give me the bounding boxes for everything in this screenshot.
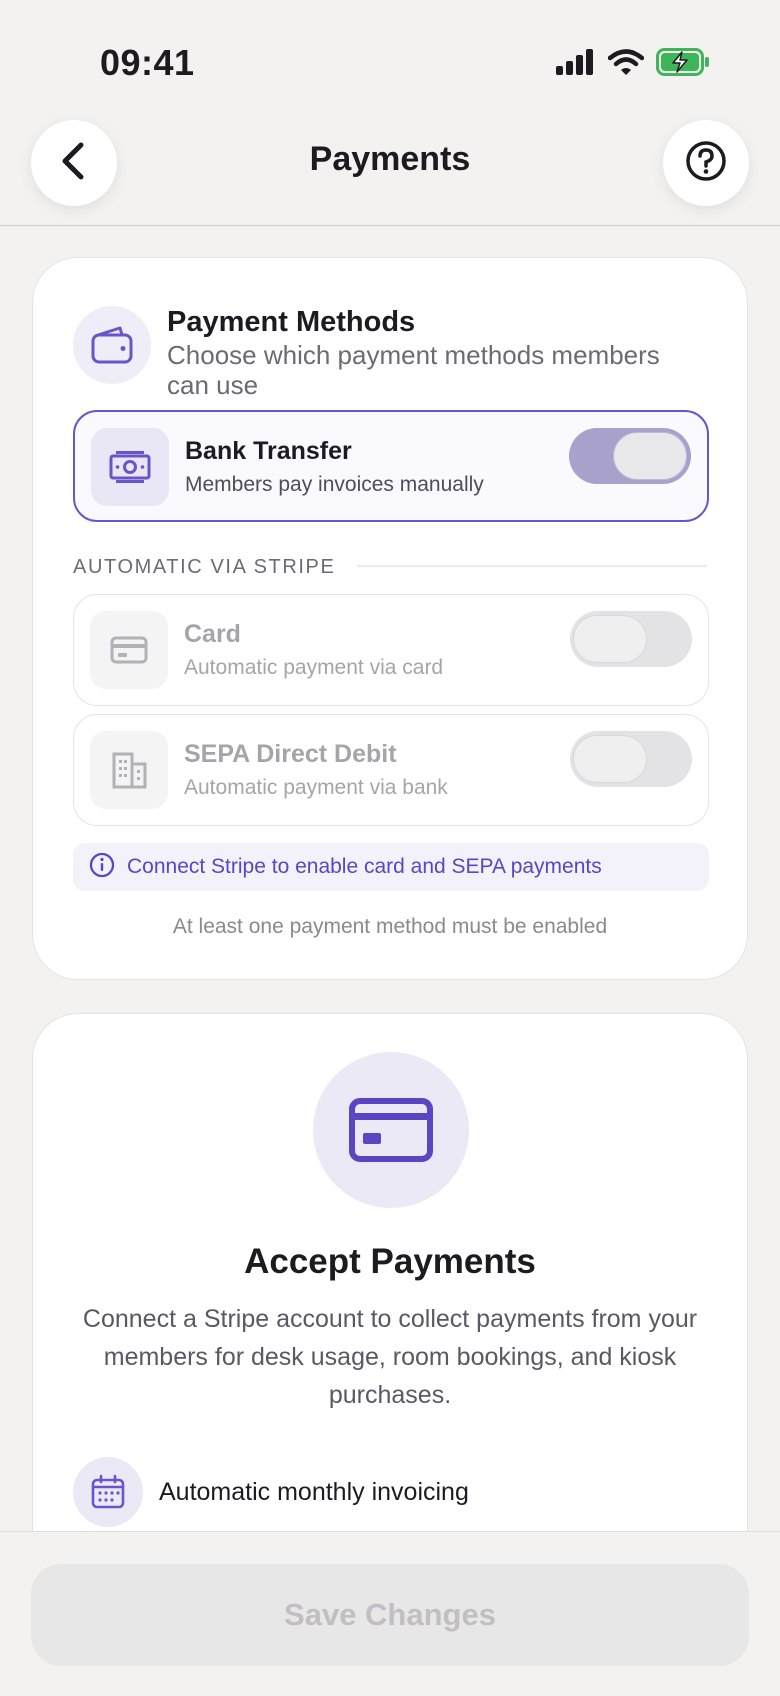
signal-icon [556,49,596,80]
bank-transfer-description: Members pay invoices manually [185,473,484,496]
sepa-title: SEPA Direct Debit [184,740,397,768]
payment-methods-card: Payment Methods Choose which payment met… [32,257,748,980]
bank-transfer-title: Bank Transfer [185,437,352,465]
accept-payments-title: Accept Payments [244,1242,536,1281]
question-circle-icon [685,140,727,187]
building-icon [90,731,168,809]
section-label-stripe: AUTOMATIC VIA STRIPE [73,556,336,578]
status-icons [556,48,710,81]
bank-transfer-toggle[interactable] [569,428,691,484]
credit-card-icon [90,611,168,689]
payment-methods-header: Payment Methods Choose which payment met… [73,306,717,400]
battery-charging-icon [656,48,710,81]
wifi-icon [607,49,645,80]
stripe-info-text: Connect Stripe to enable card and SEPA p… [127,855,602,878]
payment-methods-title: Payment Methods [167,306,416,338]
nav-header: Payments [0,110,780,226]
info-icon [89,852,115,883]
section-divider [357,565,707,567]
bottom-action-bar: Save Changes [0,1531,780,1696]
sepa-option: SEPA Direct Debit Automatic payment via … [73,714,709,826]
toggle-knob [573,735,647,783]
stripe-info-banner: Connect Stripe to enable card and SEPA p… [73,843,709,891]
feature-item: Automatic monthly invoicing [73,1457,469,1527]
calendar-icon [73,1457,143,1527]
toggle-knob [573,615,647,663]
card-description: Automatic payment via card [184,656,444,679]
toggle-knob [613,432,687,480]
feature-label: Automatic monthly invoicing [159,1477,469,1506]
sepa-description: Automatic payment via bank [184,776,448,799]
wallet-icon [73,306,151,384]
save-changes-button[interactable]: Save Changes [31,1564,749,1666]
banknote-icon [91,428,169,506]
card-title: Card [184,620,241,648]
help-button[interactable] [663,120,749,206]
card-option: Card Automatic payment via card [73,594,709,706]
credit-card-icon [313,1052,469,1208]
card-toggle [570,611,692,667]
status-time: 09:41 [100,42,195,83]
bank-transfer-option[interactable]: Bank Transfer Members pay invoices manua… [73,410,709,522]
payment-methods-footnote: At least one payment method must be enab… [172,915,608,938]
status-bar: 09:41 [0,0,780,110]
payment-methods-subtitle: Choose which payment methods members can… [167,340,660,400]
accept-payments-description: Connect a Stripe account to collect paym… [82,1305,698,1409]
sepa-toggle [570,731,692,787]
